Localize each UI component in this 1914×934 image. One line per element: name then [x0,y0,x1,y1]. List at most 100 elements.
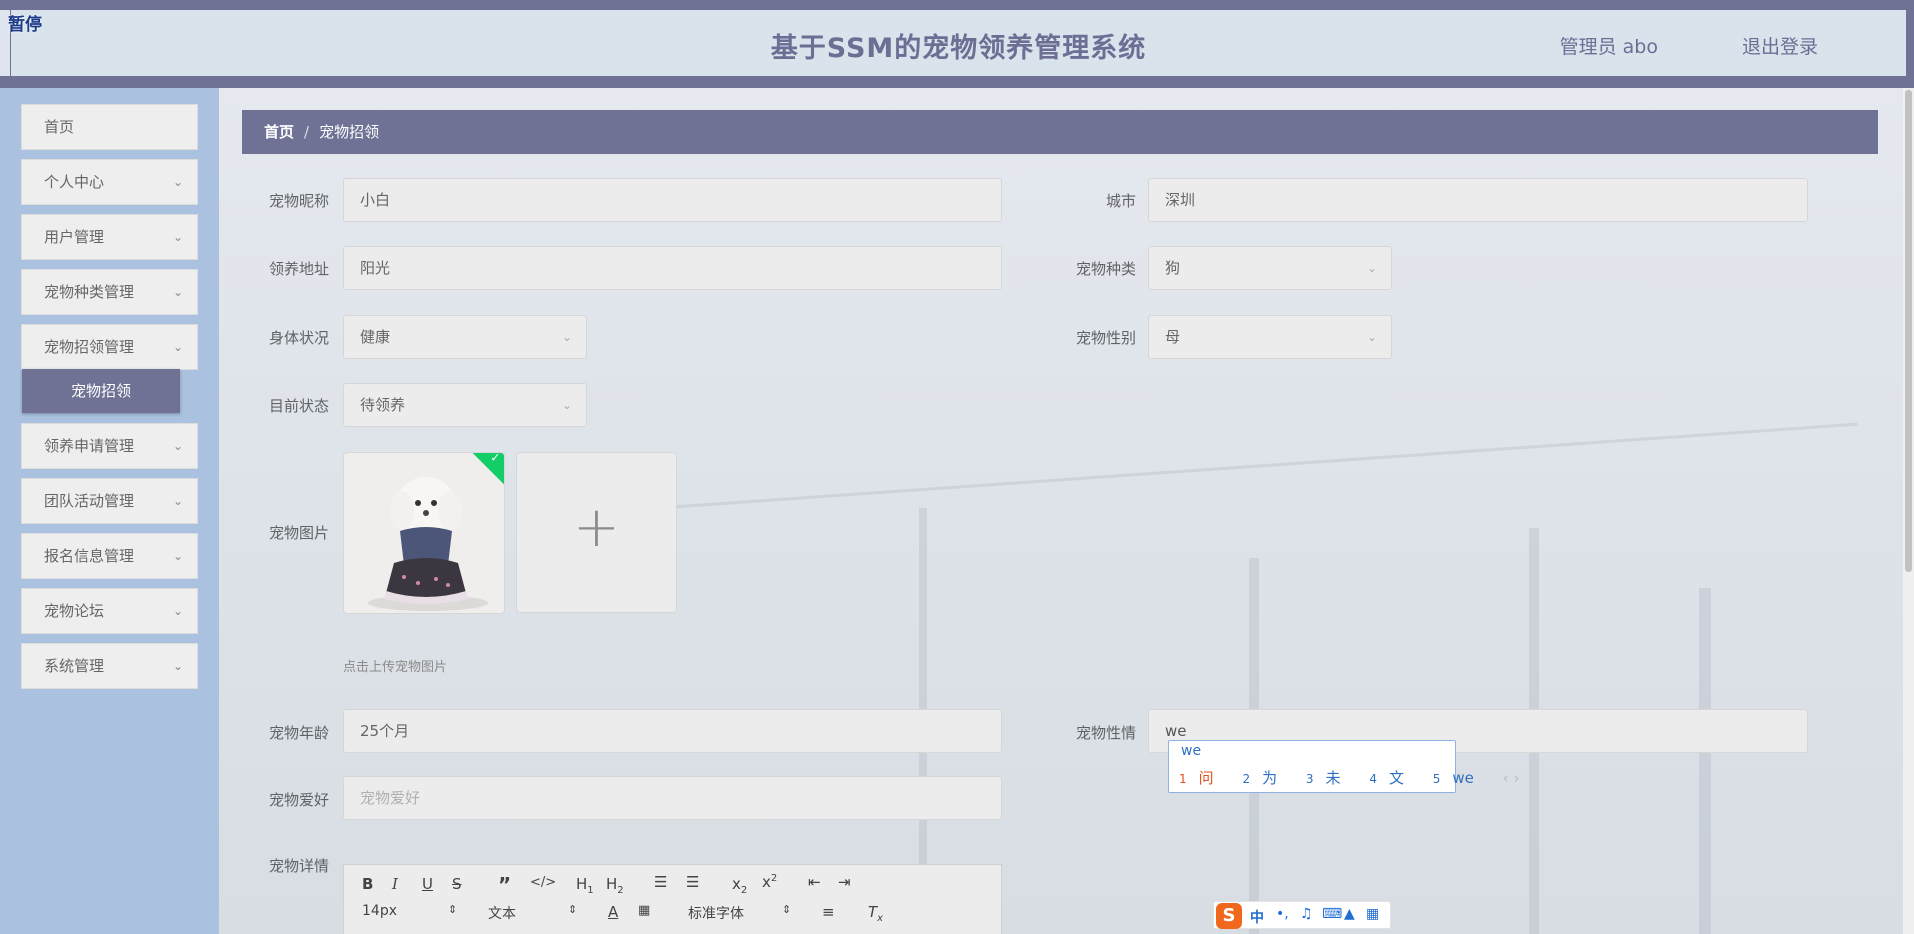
heading-1-icon[interactable]: H1 [576,875,594,896]
dropdown-icon: ⇕ [782,903,792,916]
sogou-logo-icon: S [1216,903,1242,929]
chevron-down-icon: ⌄ [172,439,183,453]
keyboard-icon[interactable]: ⌨ [1322,906,1342,922]
font-family-select[interactable]: 标准字体 [688,903,744,923]
candidate-text: 文 [1388,769,1404,787]
sidebar-subitem-pet-found[interactable]: 宠物招领 [22,369,180,413]
subscript-icon[interactable]: x2 [732,875,747,896]
background-color-icon[interactable]: ▦ [638,903,650,918]
chevron-down-icon: ⌄ [1366,261,1377,275]
ime-candidate[interactable]: 2为 [1242,769,1289,787]
species-label: 宠物种类 [1075,260,1136,278]
hobby-input[interactable]: 宠物爱好 [343,776,1002,820]
toolbox-icon[interactable]: ▦ [1366,906,1379,922]
image-upload-button[interactable]: + [516,452,677,613]
strikethrough-icon[interactable]: S [452,875,462,893]
sidebar-item-profile[interactable]: 个人中心 ⌄ [21,159,198,205]
sidebar-item-label: 宠物种类管理 [44,283,135,301]
skin-icon[interactable]: ▲ [1344,906,1355,922]
bold-icon[interactable]: B [362,875,373,893]
italic-icon[interactable]: I [392,875,398,893]
sidebar-item-label: 系统管理 [44,657,105,675]
sidebar-item-pet-species[interactable]: 宠物种类管理 ⌄ [21,269,198,315]
font-color-icon[interactable]: A [608,903,618,921]
candidate-number: 4 [1369,772,1377,786]
ime-page-nav[interactable]: ‹ › [1503,769,1520,787]
rich-text-editor[interactable]: B I U S ” </> H1 H2 ☰ ☰ x2 x2 ⇤ ⇥ 14px ⇕… [343,864,1002,934]
candidate-text: 问 [1198,769,1214,787]
city-input[interactable]: 深圳 [1148,178,1808,222]
microphone-icon[interactable]: ♫ [1300,906,1313,922]
breadcrumb-home[interactable]: 首页 [264,123,294,141]
ime-composition: we [1181,743,1202,759]
sidebar-item-team-activity[interactable]: 团队活动管理 ⌄ [21,478,198,524]
chevron-down-icon: ⌄ [561,398,572,412]
logout-link[interactable]: 退出登录 [1742,32,1818,59]
chevron-down-icon: ⌄ [172,549,183,563]
app-header: 基于SSM的宠物领养管理系统 管理员 abo 退出登录 [10,10,1906,76]
nickname-label: 宠物昵称 [268,192,329,210]
font-size-select[interactable]: 14px [362,903,397,919]
status-value: 待领养 [360,396,406,414]
sidebar-item-users[interactable]: 用户管理 ⌄ [21,214,198,260]
status-select[interactable]: 待领养 ⌄ [343,383,587,427]
chevron-down-icon: ⌄ [172,340,183,354]
sidebar-item-signup-info[interactable]: 报名信息管理 ⌄ [21,533,198,579]
ime-mode-toggle[interactable]: 中 [1250,907,1264,927]
candidate-text: we [1452,769,1474,787]
ordered-list-icon[interactable]: ☰ [654,873,667,891]
sidebar-item-label: 报名信息管理 [44,547,135,565]
align-icon[interactable]: ≡ [822,903,835,921]
chevron-down-icon: ⌄ [172,175,183,189]
sidebar-item-forum[interactable]: 宠物论坛 ⌄ [21,588,198,634]
species-select[interactable]: 狗 ⌄ [1148,246,1392,290]
dropdown-icon: ⇕ [568,903,578,916]
ime-punct-toggle[interactable]: •, [1276,906,1289,922]
ime-candidate[interactable]: 1问 [1179,769,1226,787]
check-icon: ✓ [490,452,501,465]
sidebar: 首页 个人中心 ⌄ 用户管理 ⌄ 宠物种类管理 ⌄ 宠物招领管理 ⌄ 宠物招领 领养申请… [0,88,219,934]
sidebar-item-pet-found[interactable]: 宠物招领管理 ⌄ [21,324,198,370]
blockquote-icon[interactable]: ” [498,873,511,897]
sidebar-item-adoption-apply[interactable]: 领养申请管理 ⌄ [21,423,198,469]
city-label: 城市 [1105,192,1136,210]
bullet-list-icon[interactable]: ☰ [686,873,699,891]
underline-icon[interactable]: U [422,875,433,893]
chevron-down-icon: ⌄ [172,285,183,299]
background-decoration [560,422,1858,517]
ime-candidate[interactable]: 3未 [1306,769,1353,787]
address-input[interactable]: 阳光 [343,246,1002,290]
block-type-select[interactable]: 文本 [488,903,516,923]
nickname-input[interactable]: 小白 [343,178,1002,222]
ime-toolbar: S 中 •, ♫ ⌨ ▲ ▦ [1213,901,1391,929]
gender-select[interactable]: 母 ⌄ [1148,315,1392,359]
ime-candidate[interactable]: 5 we [1433,769,1486,787]
candidate-number: 1 [1179,772,1187,786]
scrollbar-thumb[interactable] [1905,90,1912,572]
health-select[interactable]: 健康 ⌄ [343,315,587,359]
breadcrumb-current: 宠物招领 [319,123,380,141]
code-icon[interactable]: </> [530,875,556,890]
superscript-icon[interactable]: x2 [762,873,777,891]
current-user: 管理员 abo [1559,36,1658,58]
sidebar-item-label: 宠物论坛 [44,602,105,620]
sidebar-item-home[interactable]: 首页 [21,104,198,150]
chevron-down-icon: ⌄ [172,604,183,618]
heading-2-icon[interactable]: H2 [606,875,624,896]
status-label: 目前状态 [268,397,329,415]
breadcrumb-separator: / [304,123,310,141]
health-value: 健康 [360,328,391,346]
clear-format-icon[interactable]: Tx [868,903,883,924]
indent-icon[interactable]: ⇥ [838,873,851,891]
age-input[interactable]: 25个月 [343,709,1002,753]
sidebar-item-system[interactable]: 系统管理 ⌄ [21,643,198,689]
candidate-number: 2 [1242,772,1251,786]
outdent-icon[interactable]: ⇤ [808,873,821,891]
sidebar-item-label: 用户管理 [44,228,105,246]
ime-candidate[interactable]: 4文 [1369,769,1416,787]
pet-image-thumbnail[interactable]: ✓ [343,452,505,614]
gender-label: 宠物性别 [1075,329,1136,347]
hobby-label: 宠物爱好 [268,791,329,809]
sidebar-item-label: 个人中心 [44,173,105,191]
background-decoration [1699,588,1711,934]
